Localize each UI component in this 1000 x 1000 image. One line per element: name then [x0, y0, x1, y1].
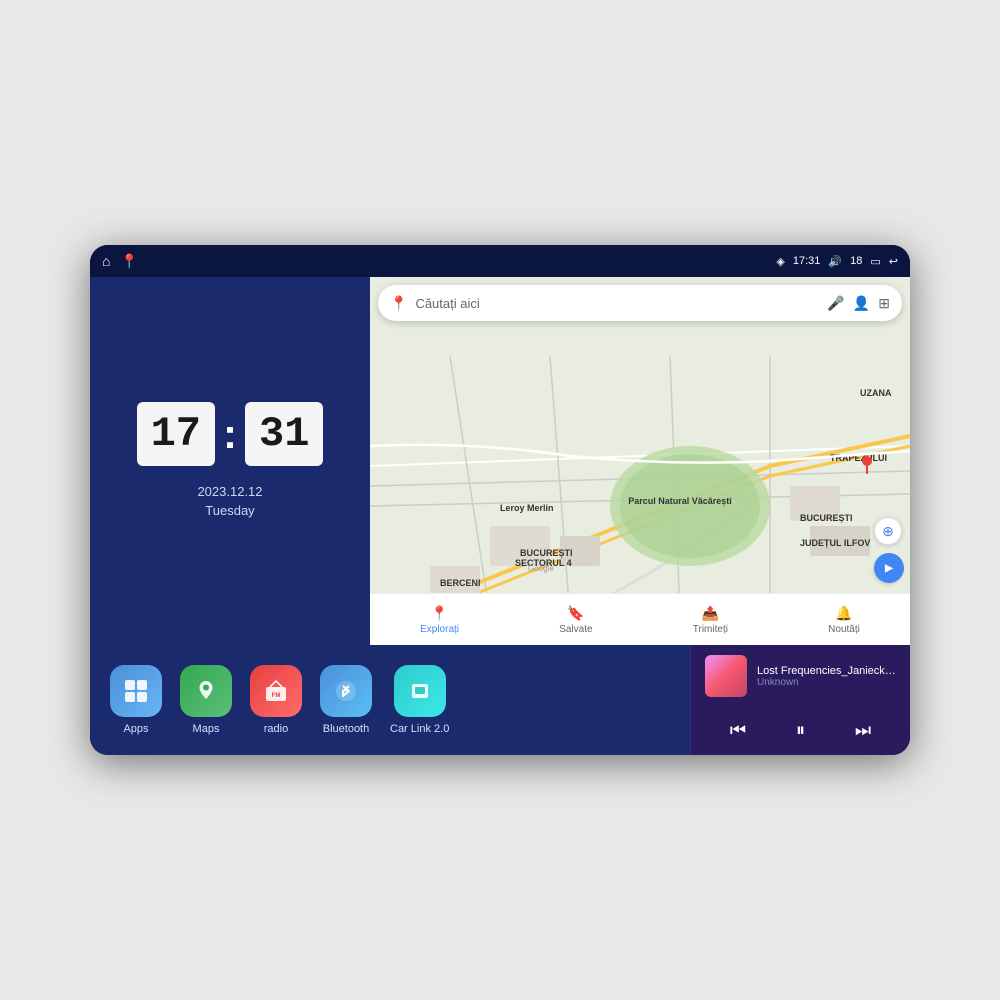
compass-button[interactable]: ⊕ [874, 517, 902, 545]
clock-display: 17 : 31 [137, 402, 324, 466]
svg-text:Google: Google [528, 564, 554, 573]
map-search-bar[interactable]: 📍 Căutați aici 🎤 👤 ⊞ [378, 285, 902, 321]
map-svg: Parcul Natural Văcărești BUCUREȘTI SECTO… [370, 277, 910, 645]
grid-icon[interactable]: ⊞ [878, 295, 890, 312]
radio-icon: FM [250, 665, 302, 717]
clock-minutes: 31 [245, 402, 323, 466]
volume-icon: 🔊 [828, 255, 842, 268]
next-button[interactable]: ⏭ [847, 716, 879, 745]
apps-icon [110, 665, 162, 717]
svg-text:JUDEȚUL ILFOV: JUDEȚUL ILFOV [800, 538, 870, 548]
maps-icon [180, 665, 232, 717]
volume-level: 18 [850, 255, 862, 267]
map-tab-saved-label: Salvate [559, 624, 592, 635]
status-bar: ⌂ 📍 ◈ 17:31 🔊 18 ▭ ↩ [90, 245, 910, 277]
clock-date: 2023.12.12 Tuesday [197, 482, 262, 521]
user-avatar-icon[interactable]: 👤 [853, 295, 870, 312]
app-item-radio[interactable]: FM radio [250, 665, 302, 735]
map-tab-send[interactable]: 📤 Trimiteți [693, 605, 728, 635]
app-item-apps[interactable]: Apps [110, 665, 162, 735]
battery-icon: ▭ [870, 255, 880, 268]
app-item-carlink[interactable]: Car Link 2.0 [390, 665, 449, 735]
map-tab-explore[interactable]: 📍 Explorați [420, 605, 459, 635]
explore-icon: 📍 [431, 605, 448, 622]
clock-panel: 17 : 31 2023.12.12 Tuesday [90, 277, 370, 645]
status-left: ⌂ 📍 [102, 253, 138, 270]
app-item-bluetooth[interactable]: Bluetooth [320, 665, 372, 735]
carlink-icon [394, 665, 446, 717]
svg-text:BUCUREȘTI: BUCUREȘTI [520, 548, 573, 558]
map-container: Parcul Natural Văcărești BUCUREȘTI SECTO… [370, 277, 910, 645]
screen: ⌂ 📍 ◈ 17:31 🔊 18 ▭ ↩ 17 : [90, 245, 910, 755]
start-navigation-button[interactable]: ▶ [874, 553, 904, 583]
music-thumbnail [705, 655, 747, 697]
svg-text:Parcul Natural Văcărești: Parcul Natural Văcărești [628, 496, 732, 506]
map-tab-explore-label: Explorați [420, 624, 459, 635]
bottom-section: Apps Maps [90, 645, 910, 755]
music-artist: Unknown [757, 677, 896, 688]
music-thumbnail-image [705, 655, 747, 697]
maps-logo-icon: 📍 [390, 295, 407, 312]
map-tab-news[interactable]: 🔔 Noutăți [828, 605, 860, 635]
play-pause-button[interactable]: ⏸ [788, 716, 813, 745]
back-icon[interactable]: ↩ [889, 255, 898, 268]
home-icon[interactable]: ⌂ [102, 253, 110, 269]
map-tab-saved[interactable]: 🔖 Salvate [559, 605, 592, 635]
apps-label: Apps [123, 723, 148, 735]
svg-text:UZANA: UZANA [860, 388, 892, 398]
map-search-placeholder: Căutați aici [415, 296, 819, 311]
clock-colon: : [223, 410, 237, 458]
music-title: Lost Frequencies_Janieck Devy-... [757, 665, 896, 677]
map-tab-news-label: Noutăți [828, 624, 860, 635]
svg-text:FM: FM [272, 693, 281, 699]
app-item-maps[interactable]: Maps [180, 665, 232, 735]
radio-label: radio [264, 723, 288, 735]
bluetooth-icon [320, 665, 372, 717]
main-content: 17 : 31 2023.12.12 Tuesday [90, 277, 910, 755]
music-controls: ⏮ ⏸ ⏭ [705, 716, 896, 745]
top-section: 17 : 31 2023.12.12 Tuesday [90, 277, 910, 645]
previous-button[interactable]: ⏮ [722, 716, 754, 745]
clock-hours: 17 [137, 402, 215, 466]
status-right: ◈ 17:31 🔊 18 ▭ ↩ [776, 255, 898, 268]
music-text: Lost Frequencies_Janieck Devy-... Unknow… [757, 665, 896, 688]
svg-text:BUCUREȘTI: BUCUREȘTI [800, 513, 853, 523]
saved-icon: 🔖 [567, 605, 584, 622]
map-bottom-bar: 📍 Explorați 🔖 Salvate 📤 Trimiteți [370, 593, 910, 645]
maps-label: Maps [193, 723, 220, 735]
signal-icon: ◈ [776, 255, 784, 268]
music-panel: Lost Frequencies_Janieck Devy-... Unknow… [690, 645, 910, 755]
carlink-label: Car Link 2.0 [390, 723, 449, 735]
map-panel[interactable]: Parcul Natural Văcărești BUCUREȘTI SECTO… [370, 277, 910, 645]
svg-text:Leroy Merlin: Leroy Merlin [500, 503, 554, 513]
music-info: Lost Frequencies_Janieck Devy-... Unknow… [705, 655, 896, 697]
map-tab-send-label: Trimiteți [693, 624, 728, 635]
bluetooth-label: Bluetooth [323, 723, 369, 735]
apps-panel: Apps Maps [90, 645, 690, 755]
send-icon: 📤 [702, 605, 719, 622]
maps-pin-icon[interactable]: 📍 [120, 253, 137, 270]
svg-text:BERCENI: BERCENI [440, 578, 481, 588]
status-time: 17:31 [793, 255, 821, 267]
news-icon: 🔔 [835, 605, 852, 622]
device-frame: ⌂ 📍 ◈ 17:31 🔊 18 ▭ ↩ 17 : [90, 245, 910, 755]
microphone-icon[interactable]: 🎤 [827, 295, 844, 312]
